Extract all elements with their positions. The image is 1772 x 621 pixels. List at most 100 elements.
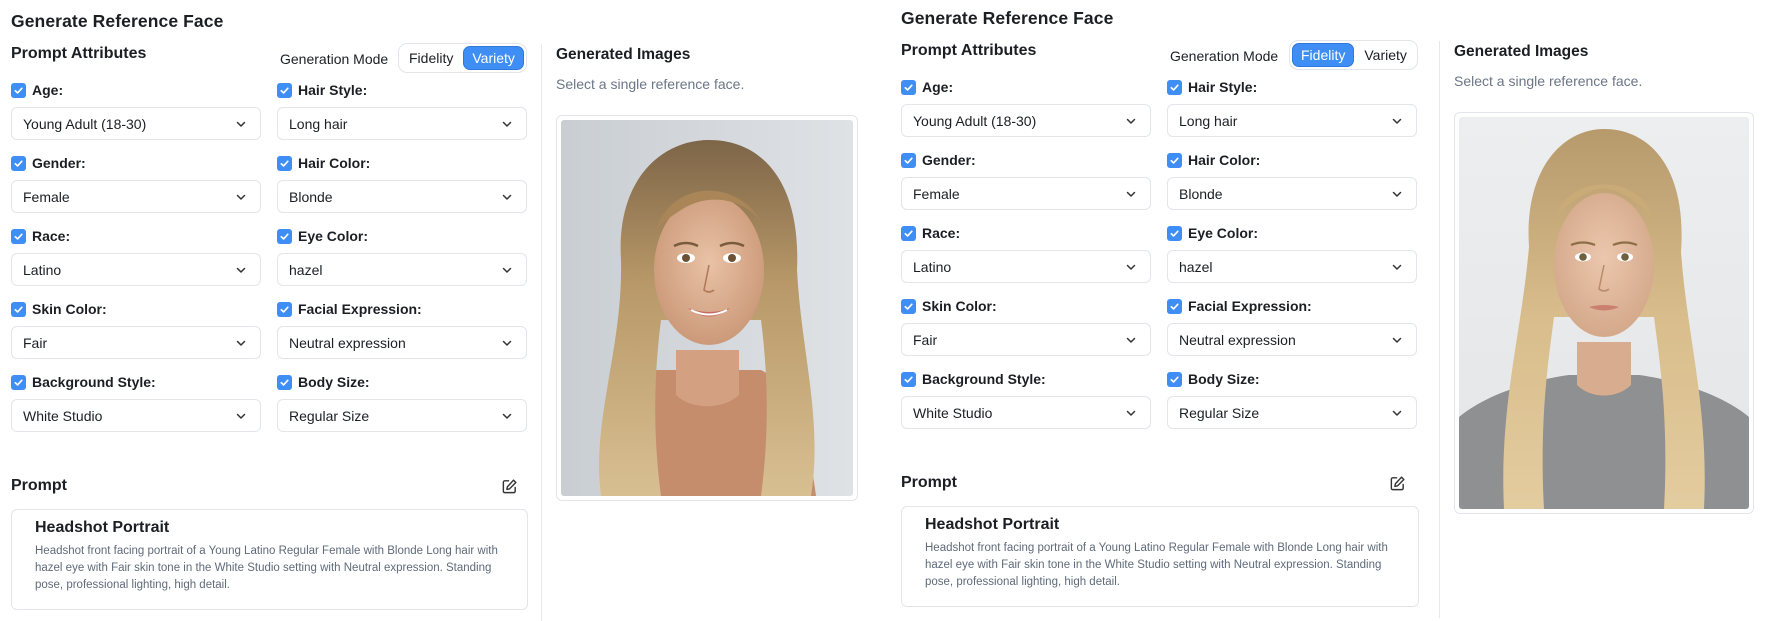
background-style-checkbox[interactable] [901, 371, 916, 387]
generate-panel-fidelity: Generate Reference Face Prompt Attribute… [890, 0, 1772, 621]
mode-fidelity-button[interactable]: Fidelity [1292, 43, 1355, 67]
attr-race-label: Race: [901, 225, 960, 241]
generation-mode-label: Generation Mode [1170, 48, 1279, 64]
chevron-down-icon [1392, 118, 1402, 124]
age-select[interactable]: Young Adult (18-30) [11, 107, 261, 140]
prompt-card-text: Headshot front facing portrait of a Youn… [925, 542, 1388, 588]
prompt-header: Prompt [901, 474, 957, 491]
mode-variety-button[interactable]: Variety [1356, 43, 1415, 67]
eye-color-checkbox[interactable] [277, 228, 292, 244]
attr-hair-color-label: Hair Color: [277, 155, 370, 171]
check-icon [280, 305, 289, 313]
hair-style-select[interactable]: Long hair [277, 107, 527, 140]
attr-background-style-label: Background Style: [901, 371, 1046, 387]
race-checkbox[interactable] [11, 228, 26, 244]
chevron-down-icon [1392, 410, 1402, 416]
check-icon [1170, 375, 1179, 383]
generated-image-card[interactable] [1454, 112, 1754, 514]
skin-color-checkbox[interactable] [11, 301, 26, 317]
generated-images-subtitle: Select a single reference face. [556, 76, 745, 92]
generation-mode-toggle: Fidelity Variety [398, 43, 527, 73]
portrait-image [561, 120, 853, 496]
page-title: Generate Reference Face [11, 11, 224, 31]
attr-skin-color-label: Skin Color: [901, 298, 997, 314]
attr-gender-label: Gender: [11, 155, 86, 171]
column-divider [541, 44, 542, 621]
portrait-image [1459, 117, 1749, 509]
attr-hair-style-label: Hair Style: [1167, 79, 1257, 95]
gender-select[interactable]: Female [901, 177, 1151, 210]
hair-color-checkbox[interactable] [1167, 152, 1182, 168]
chevron-down-icon [1126, 191, 1136, 197]
skin-color-select[interactable]: Fair [901, 323, 1151, 356]
hair-color-select[interactable]: Blonde [1167, 177, 1417, 210]
skin-color-checkbox[interactable] [901, 298, 916, 314]
attr-age-label: Age: [11, 82, 63, 98]
edit-icon[interactable] [1389, 475, 1406, 492]
chevron-down-icon [502, 121, 512, 127]
check-icon [1170, 156, 1179, 164]
generated-image-card[interactable] [556, 115, 858, 501]
check-icon [1170, 229, 1179, 237]
prompt-card[interactable]: Headshot Portrait Headshot front facing … [11, 509, 528, 610]
chevron-down-icon [236, 194, 246, 200]
prompt-card-title: Headshot Portrait [925, 516, 1060, 533]
generation-mode-label: Generation Mode [280, 51, 389, 67]
check-icon [280, 378, 289, 386]
attr-facial-expression-label: Facial Expression: [277, 301, 422, 317]
facial-expression-select[interactable]: Neutral expression [1167, 323, 1417, 356]
facial-expression-select[interactable]: Neutral expression [277, 326, 527, 359]
skin-color-select[interactable]: Fair [11, 326, 261, 359]
age-checkbox[interactable] [11, 82, 26, 98]
chevron-down-icon [1126, 264, 1136, 270]
race-checkbox[interactable] [901, 225, 916, 241]
eye-color-select[interactable]: hazel [1167, 250, 1417, 283]
check-icon [14, 232, 23, 240]
check-icon [14, 86, 23, 94]
race-select[interactable]: Latino [901, 250, 1151, 283]
eye-color-checkbox[interactable] [1167, 225, 1182, 241]
attr-age-label: Age: [901, 79, 953, 95]
body-size-checkbox[interactable] [277, 374, 292, 390]
background-style-checkbox[interactable] [11, 374, 26, 390]
chevron-down-icon [1126, 118, 1136, 124]
edit-icon[interactable] [501, 478, 518, 495]
facial-expression-checkbox[interactable] [277, 301, 292, 317]
check-icon [904, 302, 913, 310]
gender-checkbox[interactable] [901, 152, 916, 168]
body-size-checkbox[interactable] [1167, 371, 1182, 387]
hair-color-select[interactable]: Blonde [277, 180, 527, 213]
eye-color-select[interactable]: hazel [277, 253, 527, 286]
background-style-select[interactable]: White Studio [901, 396, 1151, 429]
hair-style-checkbox[interactable] [1167, 79, 1182, 95]
hair-color-checkbox[interactable] [277, 155, 292, 171]
mode-fidelity-button[interactable]: Fidelity [401, 46, 461, 70]
attr-eye-color-label: Eye Color: [277, 228, 368, 244]
chevron-down-icon [236, 121, 246, 127]
prompt-card[interactable]: Headshot Portrait Headshot front facing … [901, 506, 1419, 607]
background-style-select[interactable]: White Studio [11, 399, 261, 432]
prompt-header: Prompt [11, 477, 67, 494]
age-checkbox[interactable] [901, 79, 916, 95]
attr-hair-color-label: Hair Color: [1167, 152, 1260, 168]
hair-style-select[interactable]: Long hair [1167, 104, 1417, 137]
gender-select[interactable]: Female [11, 180, 261, 213]
body-size-select[interactable]: Regular Size [1167, 396, 1417, 429]
body-size-select[interactable]: Regular Size [277, 399, 527, 432]
chevron-down-icon [502, 413, 512, 419]
chevron-down-icon [1392, 191, 1402, 197]
check-icon [904, 375, 913, 383]
prompt-attributes-title: Prompt Attributes [901, 42, 1037, 59]
gender-checkbox[interactable] [11, 155, 26, 171]
check-icon [1170, 302, 1179, 310]
generate-panel-variety: Generate Reference Face Prompt Attribute… [0, 0, 880, 621]
check-icon [14, 159, 23, 167]
age-select[interactable]: Young Adult (18-30) [901, 104, 1151, 137]
check-icon [280, 86, 289, 94]
facial-expression-checkbox[interactable] [1167, 298, 1182, 314]
attr-gender-label: Gender: [901, 152, 976, 168]
mode-variety-button[interactable]: Variety [463, 46, 524, 70]
hair-style-checkbox[interactable] [277, 82, 292, 98]
race-select[interactable]: Latino [11, 253, 261, 286]
prompt-card-title: Headshot Portrait [35, 519, 170, 536]
